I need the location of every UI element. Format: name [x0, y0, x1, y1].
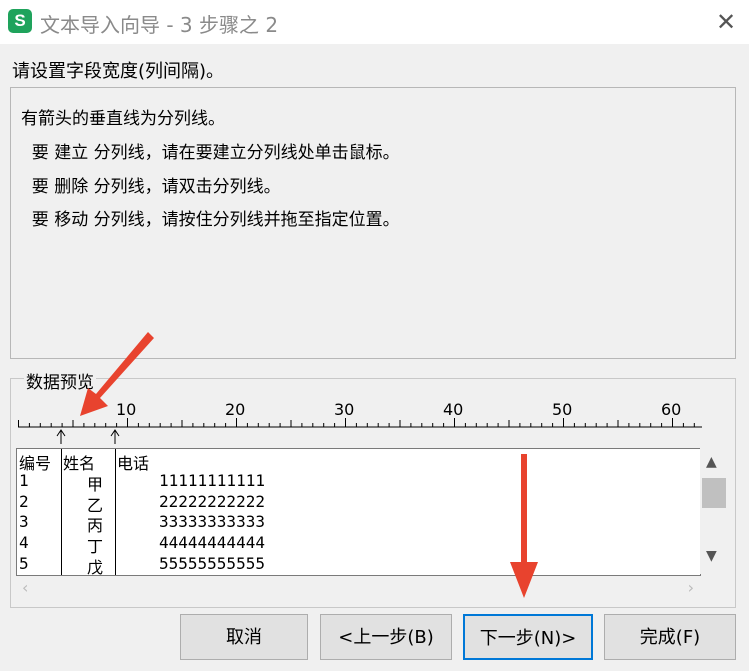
preview-cell: 1 — [19, 470, 29, 490]
help-text-box: 有箭头的垂直线为分列线。 要 建立 分列线，请在要建立分列线处单击鼠标。 要 删… — [10, 87, 736, 359]
back-button[interactable]: <上一步(B) — [320, 614, 452, 660]
ruler-label-20: 20 — [225, 400, 245, 419]
preview-cell: 5 — [19, 554, 29, 573]
preview-horizontal-scrollbar[interactable]: ‹ › — [16, 575, 700, 601]
wps-spreadsheet-icon: S — [8, 9, 32, 33]
scroll-down-icon[interactable]: ▼ — [706, 548, 717, 564]
ruler-label-10: 10 — [116, 400, 136, 419]
ruler-label-40: 40 — [443, 400, 463, 419]
window-title: 文本导入向导 - 3 步骤之 2 — [40, 13, 279, 37]
finish-button[interactable]: 完成(F) — [604, 614, 736, 660]
help-line-3: 要 删除 分列线，请双击分列线。 — [21, 177, 281, 197]
preview-vertical-scrollbar[interactable]: ▲ ▼ — [700, 448, 728, 574]
ruler-label-50: 50 — [552, 400, 572, 419]
column-ruler[interactable]: 10 20 30 40 50 60 — [18, 396, 702, 446]
preview-cell: 2 — [19, 491, 29, 511]
preview-cell: 33333333333 — [159, 512, 265, 532]
close-button[interactable]: ✕ — [703, 0, 749, 44]
preview-cell: 44444444444 — [159, 533, 265, 553]
data-preview-legend: 数据预览 — [24, 368, 96, 393]
preview-cell: 电话 — [117, 454, 150, 473]
break-line-2[interactable] — [115, 449, 116, 575]
preview-grid[interactable]: 编号 1 2 3 4 5 姓名甲乙丙丁戊 电话 11111111111 22222222222… — [16, 448, 701, 577]
help-line-4: 要 移动 分列线，请按住分列线并拖至指定位置。 — [21, 210, 400, 230]
next-button[interactable]: 下一步(N)> — [463, 614, 593, 660]
help-line-1: 有箭头的垂直线为分列线。 — [21, 109, 225, 129]
ruler-label-60: 60 — [661, 400, 681, 419]
preview-cell: 22222222222 — [159, 491, 265, 511]
ruler-ticks — [18, 418, 695, 427]
cancel-button[interactable]: 取消 — [180, 614, 308, 660]
break-line-arrow-1[interactable] — [56, 429, 66, 444]
ruler-label-30: 30 — [334, 400, 354, 419]
scroll-left-icon[interactable]: ‹ — [22, 578, 28, 597]
preview-cell: 11111111111 — [159, 470, 265, 490]
title-bar: S 文本导入向导 - 3 步骤之 2 ✕ — [0, 0, 749, 44]
break-line-arrow-2[interactable] — [110, 429, 120, 444]
scroll-thumb[interactable] — [702, 478, 726, 508]
preview-cell: 3 — [19, 512, 29, 532]
preview-cell: 4 — [19, 533, 29, 553]
break-line-1[interactable] — [61, 449, 62, 575]
step-instruction: 请设置字段宽度(列间隔)。 — [12, 61, 225, 82]
help-line-2: 要 建立 分列线，请在要建立分列线处单击鼠标。 — [21, 143, 400, 163]
preview-cell: 55555555555 — [159, 554, 265, 573]
scroll-up-icon[interactable]: ▲ — [706, 454, 717, 470]
scroll-right-icon[interactable]: › — [688, 578, 694, 597]
